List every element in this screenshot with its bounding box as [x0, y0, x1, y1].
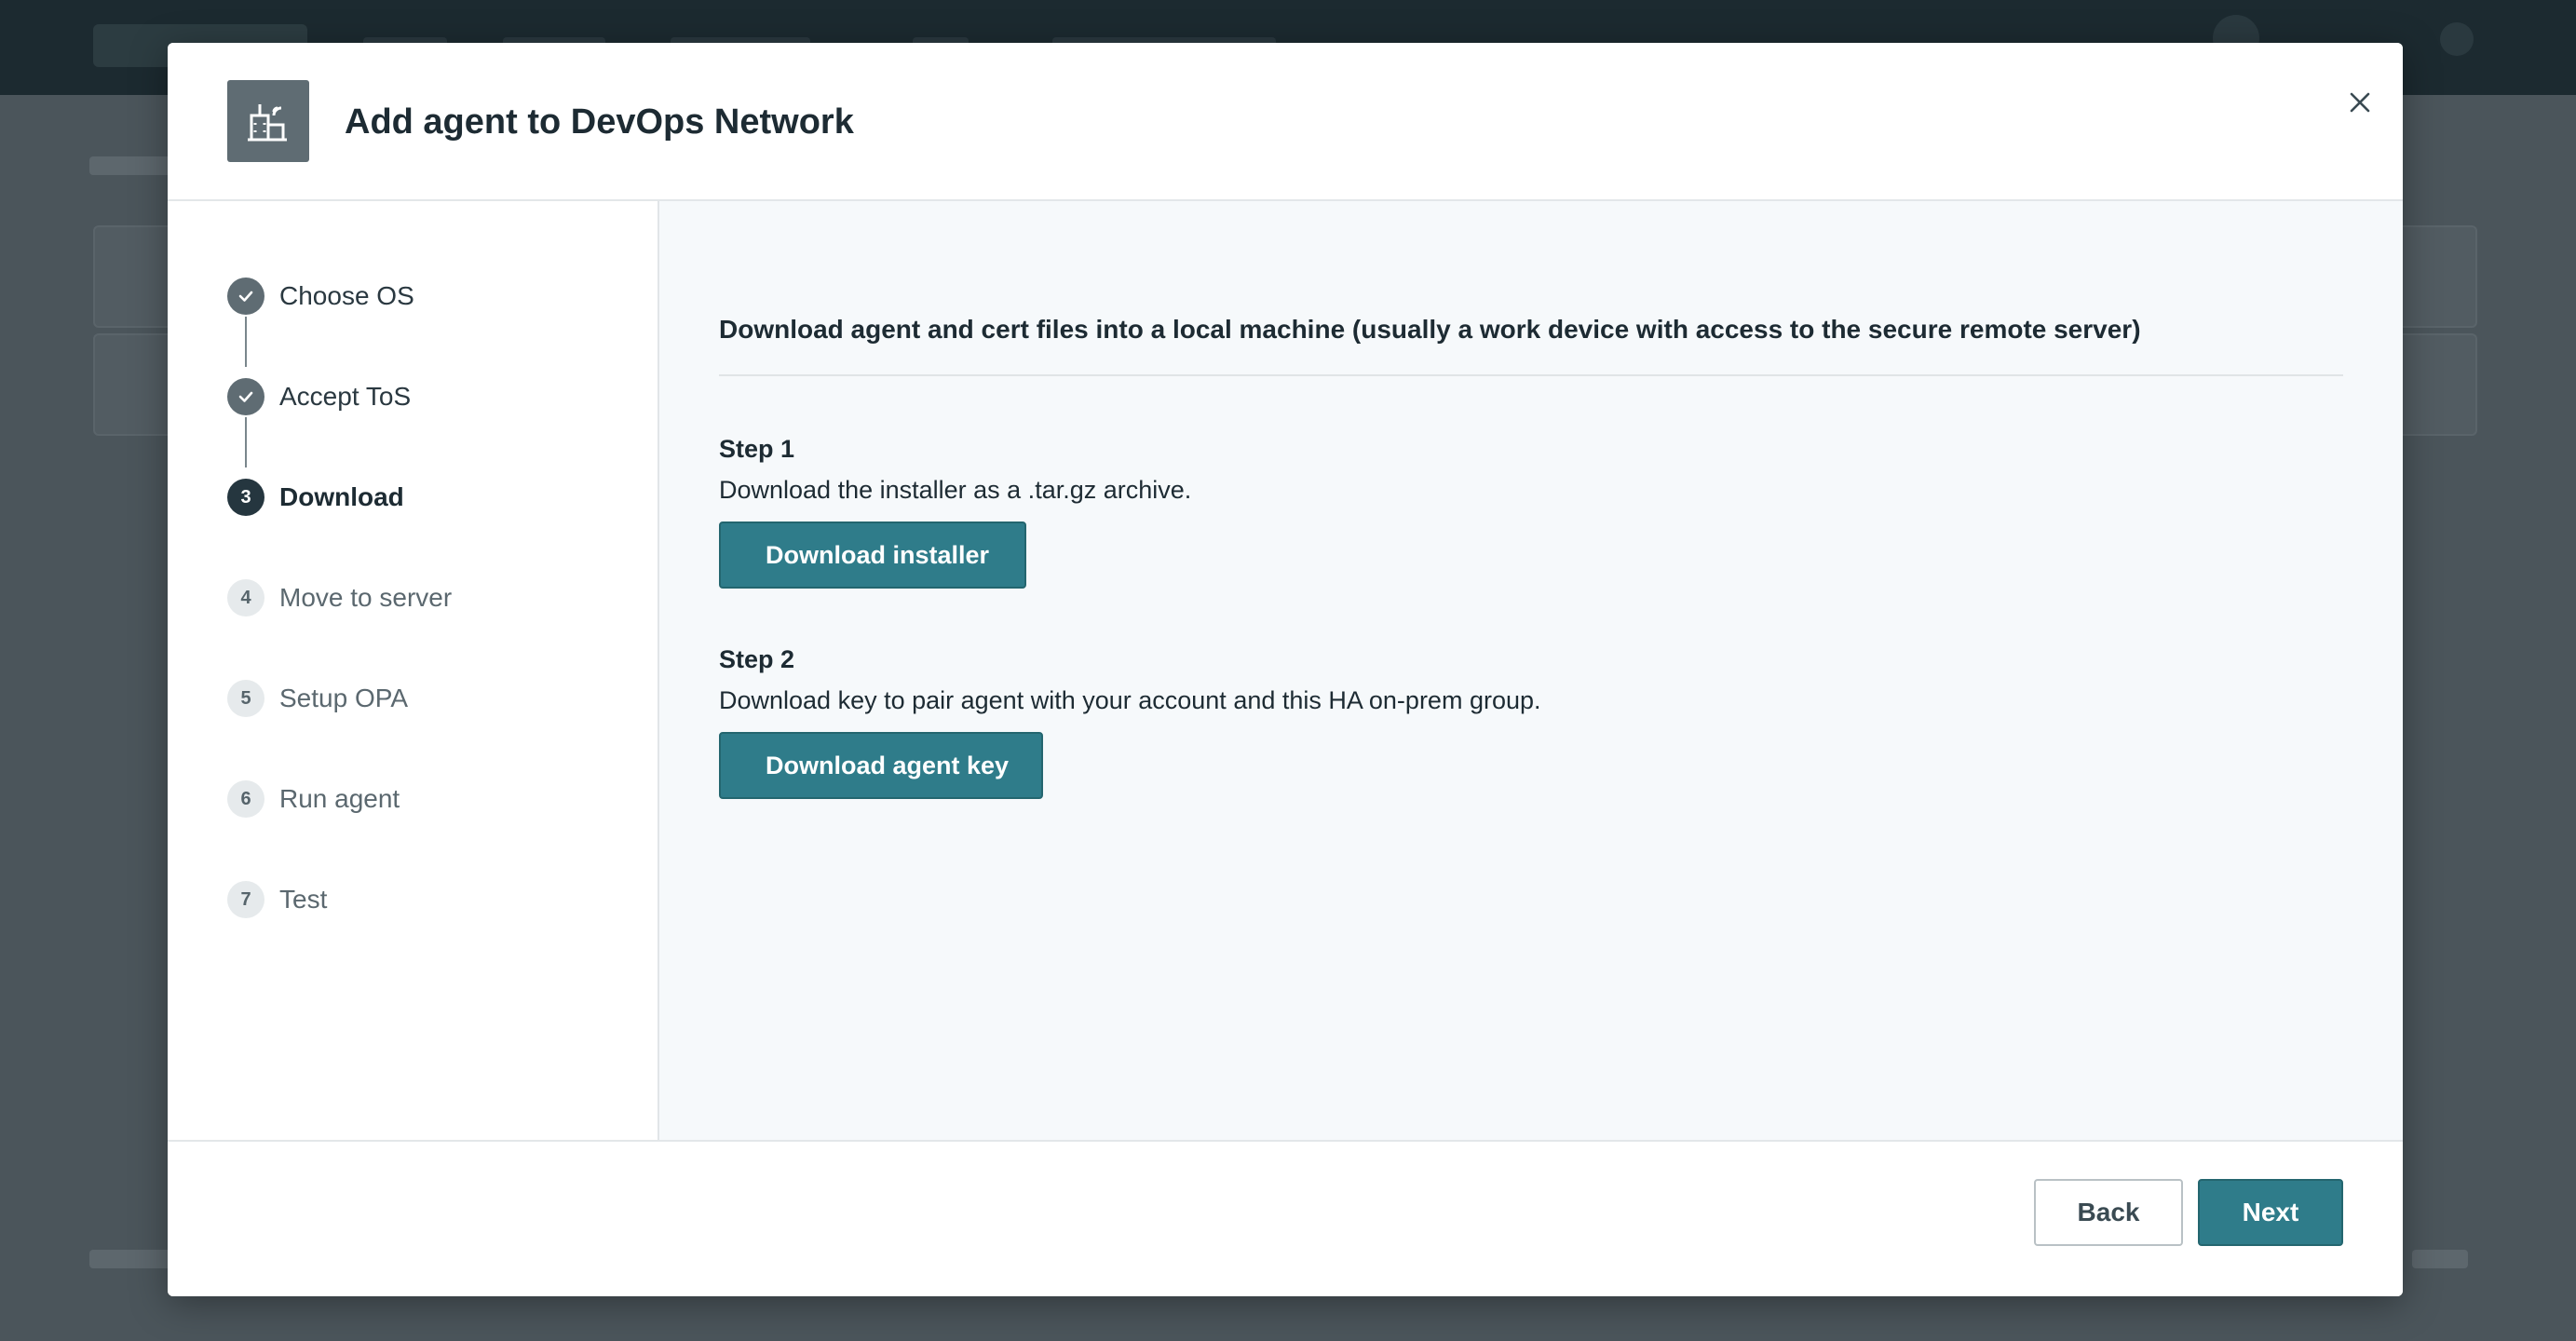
divider [719, 374, 2343, 376]
step-number: 6 [227, 780, 264, 818]
content-heading: Download agent and cert files into a loc… [719, 315, 2141, 344]
step-label: Test [279, 885, 328, 914]
step-download[interactable]: 3 Download [227, 477, 404, 518]
step2-description: Download key to pair agent with your acc… [719, 686, 1541, 714]
modal-title: Add agent to DevOps Network [345, 102, 854, 142]
modal-body: Choose OS Accept ToS 3 Download 4 Move t… [168, 201, 2403, 1140]
step-label: Choose OS [279, 281, 414, 310]
close-button[interactable] [2338, 80, 2382, 125]
step-label: Accept ToS [279, 382, 412, 411]
close-icon [2350, 92, 2370, 113]
step-label: Download [279, 482, 404, 511]
step-move-to-server[interactable]: 4 Move to server [227, 577, 452, 618]
modal-header: Add agent to DevOps Network [168, 43, 2403, 201]
background-settings-icon [2440, 22, 2474, 56]
step-number: 5 [227, 680, 264, 717]
step1-title: Step 1 [719, 435, 795, 463]
step-number: 3 [227, 479, 264, 516]
background-footer-text [2412, 1250, 2468, 1268]
agent-building-icon [227, 80, 309, 162]
background-breadcrumb [89, 156, 173, 175]
wizard-stepper: Choose OS Accept ToS 3 Download 4 Move t… [168, 201, 659, 1140]
background-footer-text [89, 1250, 173, 1268]
step-run-agent[interactable]: 6 Run agent [227, 779, 400, 820]
back-button[interactable]: Back [2034, 1179, 2183, 1246]
step-number: 7 [227, 881, 264, 918]
step1-description: Download the installer as a .tar.gz arch… [719, 476, 1192, 504]
checkmark-icon [227, 378, 264, 415]
step-choose-os[interactable]: Choose OS [227, 276, 414, 317]
step-accept-tos[interactable]: Accept ToS [227, 376, 411, 417]
step-test[interactable]: 7 Test [227, 879, 327, 920]
download-installer-button[interactable]: Download installer [719, 522, 1026, 589]
step-connector [245, 417, 247, 467]
step-label: Setup OPA [279, 684, 409, 712]
step-label: Move to server [279, 583, 453, 612]
step-connector [245, 317, 247, 367]
next-button[interactable]: Next [2198, 1179, 2343, 1246]
checkmark-icon [227, 278, 264, 315]
download-agent-key-button[interactable]: Download agent key [719, 732, 1043, 799]
modal-footer: Back Next [168, 1140, 2403, 1296]
add-agent-modal: Add agent to DevOps Network Choose OS Ac… [168, 43, 2403, 1296]
step-setup-opa[interactable]: 5 Setup OPA [227, 678, 408, 719]
step-content: Download agent and cert files into a loc… [659, 201, 2403, 1140]
step2-title: Step 2 [719, 645, 795, 673]
step-number: 4 [227, 579, 264, 616]
step-label: Run agent [279, 784, 400, 813]
